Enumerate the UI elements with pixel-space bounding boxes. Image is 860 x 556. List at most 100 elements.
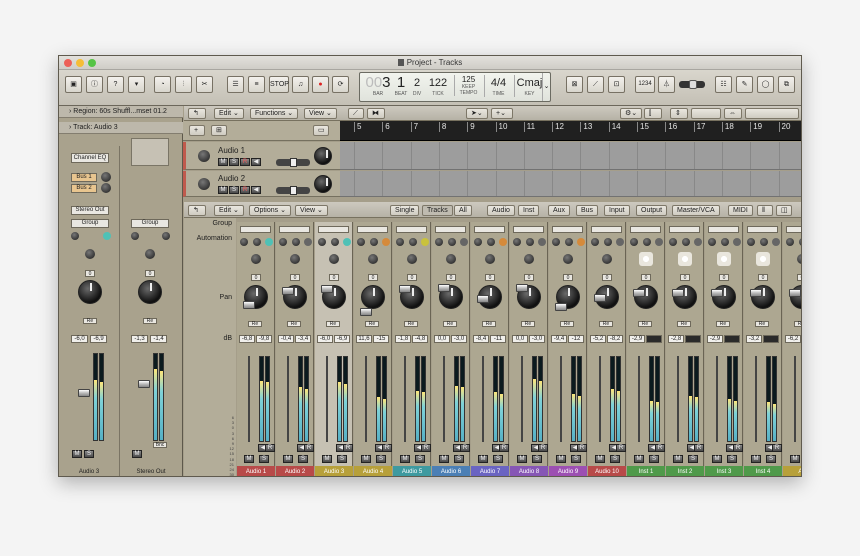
scope-tracks[interactable]: Tracks: [422, 205, 453, 216]
replace-button[interactable]: ⊡: [608, 76, 625, 93]
automation-knob[interactable]: [786, 238, 794, 246]
filter-aux[interactable]: Aux: [548, 205, 571, 216]
automation-knob[interactable]: [708, 238, 716, 246]
track-record-button[interactable]: R: [240, 186, 250, 194]
narrow-view-button[interactable]: ◫: [776, 205, 792, 216]
automation-knob[interactable]: [370, 238, 378, 246]
read-mode-box[interactable]: Re: [716, 321, 730, 327]
record-enable-button[interactable]: R: [343, 444, 353, 452]
automation-mode-icon[interactable]: [733, 238, 741, 246]
volume-fader[interactable]: [594, 294, 606, 302]
input-monitor-icon[interactable]: [485, 254, 495, 264]
automation-knob[interactable]: [760, 238, 768, 246]
add-track-button[interactable]: +: [189, 125, 205, 136]
pan-knob[interactable]: [138, 280, 162, 304]
solo-button[interactable]: S: [337, 455, 347, 463]
automation-mode-icon[interactable]: [694, 238, 702, 246]
automation-led-icon[interactable]: [103, 232, 111, 240]
tuner-button[interactable]: ⊠: [566, 76, 583, 93]
group-slot[interactable]: [513, 226, 544, 233]
solo-button[interactable]: S: [766, 455, 776, 463]
group-slot[interactable]: [240, 226, 271, 233]
scope-all[interactable]: All: [454, 205, 472, 216]
filter-bus[interactable]: Bus: [576, 205, 599, 216]
input-monitor-icon[interactable]: [329, 254, 339, 264]
snap-menu[interactable]: ⚙⌄: [620, 108, 642, 119]
record-enable-button[interactable]: R: [772, 444, 782, 452]
record-enable-button[interactable]: R: [694, 444, 704, 452]
solo-button[interactable]: S: [259, 455, 269, 463]
edit-menu[interactable]: Edit ⌄: [214, 108, 244, 119]
output-slot[interactable]: Stereo Out: [71, 206, 109, 215]
tuning-fork-button[interactable]: ⟋: [587, 76, 604, 93]
volume-fader[interactable]: [360, 308, 372, 316]
library-button[interactable]: ▣: [65, 76, 82, 93]
input-monitor-icon[interactable]: [368, 254, 378, 264]
solo-button[interactable]: S: [298, 455, 308, 463]
automation-knob[interactable]: [240, 238, 248, 246]
group-slot[interactable]: [474, 226, 505, 233]
automation-knob[interactable]: [513, 238, 521, 246]
inspector-button[interactable]: ⓘ: [86, 76, 103, 93]
list-editor-button[interactable]: ☷: [715, 76, 732, 93]
filter-output[interactable]: Output: [636, 205, 668, 216]
automation-knob[interactable]: [487, 238, 495, 246]
solo-button[interactable]: S: [571, 455, 581, 463]
group-slot[interactable]: [669, 226, 700, 233]
volume-fader[interactable]: [321, 285, 333, 293]
automation-mode-icon[interactable]: [304, 238, 312, 246]
input-monitor-icon[interactable]: [407, 254, 417, 264]
read-mode-box[interactable]: Re: [677, 321, 691, 327]
record-enable-button[interactable]: R: [499, 444, 509, 452]
solo-button[interactable]: S: [727, 455, 737, 463]
lcd-display[interactable]: 003 BAR 1 BEAT 2 DIV 122 TICK 125 KEEP TEMPO 4…: [359, 72, 551, 102]
cycle-button[interactable]: ⟳: [332, 76, 349, 93]
channel-name[interactable]: Audio 9: [549, 466, 587, 476]
mute-button[interactable]: M: [517, 455, 527, 463]
input-monitor-icon[interactable]: [251, 254, 261, 264]
automation-knob[interactable]: [643, 238, 651, 246]
automation-knob[interactable]: [552, 238, 560, 246]
input-monitor-button[interactable]: ◀: [251, 186, 261, 194]
mute-button[interactable]: M: [400, 455, 410, 463]
bus1-send[interactable]: Bus 1: [71, 173, 97, 182]
group-slot[interactable]: [786, 226, 801, 233]
read-mode-box[interactable]: Re: [794, 321, 801, 327]
read-mode-box[interactable]: Re: [83, 318, 97, 324]
back-button[interactable]: ↰: [188, 108, 206, 119]
automation-knob[interactable]: [591, 238, 599, 246]
pointer-tool[interactable]: ➤⌄: [466, 108, 488, 119]
solo-button[interactable]: S: [376, 455, 386, 463]
mixer-options-menu[interactable]: Options ⌄: [249, 205, 291, 216]
volume-fader[interactable]: [711, 289, 723, 297]
channel-name[interactable]: Audio 10: [588, 466, 626, 476]
automation-knob[interactable]: [526, 238, 534, 246]
channel-name[interactable]: Audio 2: [276, 466, 314, 476]
channel-name[interactable]: Audio 7: [471, 466, 509, 476]
track-pan-knob[interactable]: [314, 147, 332, 165]
read-mode-box[interactable]: Re: [638, 321, 652, 327]
automation-mode-icon[interactable]: [343, 238, 351, 246]
record-enable-button[interactable]: R: [733, 444, 743, 452]
input-monitor-icon[interactable]: [602, 254, 612, 264]
read-mode-box[interactable]: Re: [326, 321, 340, 327]
solo-button[interactable]: S: [84, 450, 94, 458]
instrument-plugin-icon[interactable]: [678, 252, 692, 266]
volume-fader[interactable]: [750, 289, 762, 297]
input-monitor-icon[interactable]: [563, 254, 573, 264]
bus2-send[interactable]: Bus 2: [71, 184, 97, 193]
mute-button[interactable]: M: [72, 450, 82, 458]
vertical-zoom-slider[interactable]: [691, 108, 721, 119]
solo-button[interactable]: S: [649, 455, 659, 463]
record-enable-button[interactable]: R: [577, 444, 587, 452]
instrument-plugin-icon[interactable]: [756, 252, 770, 266]
channel-name[interactable]: Inst 1: [627, 466, 665, 476]
filter-midi[interactable]: MIDI: [728, 205, 753, 216]
mute-button[interactable]: M: [244, 455, 254, 463]
back-button[interactable]: ↰: [188, 205, 206, 216]
lcd-key[interactable]: Cmaj KEY: [514, 75, 544, 97]
group-slot[interactable]: [591, 226, 622, 233]
volume-fader[interactable]: [477, 295, 489, 303]
functions-menu[interactable]: Functions ⌄: [250, 108, 299, 119]
volume-fader[interactable]: [78, 389, 90, 397]
